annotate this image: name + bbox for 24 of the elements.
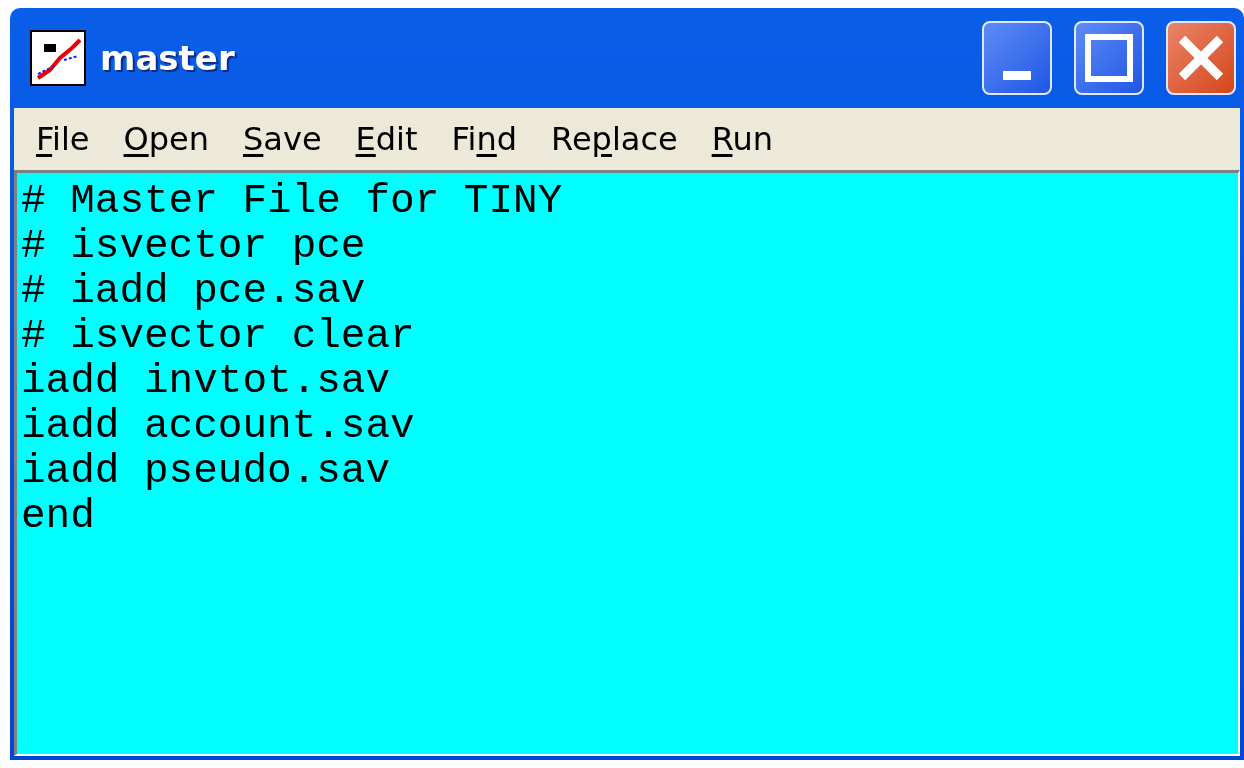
menu-item[interactable]: Replace: [535, 118, 694, 160]
text-editor[interactable]: # Master File for TINY # isvector pce # iadd pce.sav # isvector clear iadd invtot.sav iadd account.sav iadd pseudo.sav end: [14, 170, 1240, 756]
close-icon: [1176, 33, 1226, 83]
code-line: iadd invtot.sav: [21, 359, 392, 404]
window-title: master: [100, 38, 236, 78]
minimize-button[interactable]: [982, 21, 1052, 95]
code-line: end: [21, 494, 96, 539]
menu-item[interactable]: Run: [695, 118, 790, 160]
code-line: iadd account.sav: [21, 404, 416, 449]
menu-item[interactable]: Save: [227, 118, 338, 160]
minimize-icon: [1003, 70, 1031, 80]
code-line: # isvector pce: [21, 224, 367, 269]
menu-item[interactable]: Find: [435, 118, 534, 160]
maximize-button[interactable]: [1074, 21, 1144, 95]
code-line: # iadd pce.sav: [21, 269, 367, 314]
menu-item[interactable]: File: [20, 118, 106, 160]
code-line: # isvector clear: [21, 314, 416, 359]
code-line: iadd pseudo.sav: [21, 449, 392, 494]
maximize-icon: [1084, 33, 1134, 83]
menu-item[interactable]: Edit: [339, 118, 434, 160]
close-button[interactable]: [1166, 21, 1236, 95]
code-line: # Master File for TINY: [21, 179, 564, 224]
menu-item[interactable]: Open: [107, 118, 225, 160]
chart-icon: [30, 30, 86, 86]
